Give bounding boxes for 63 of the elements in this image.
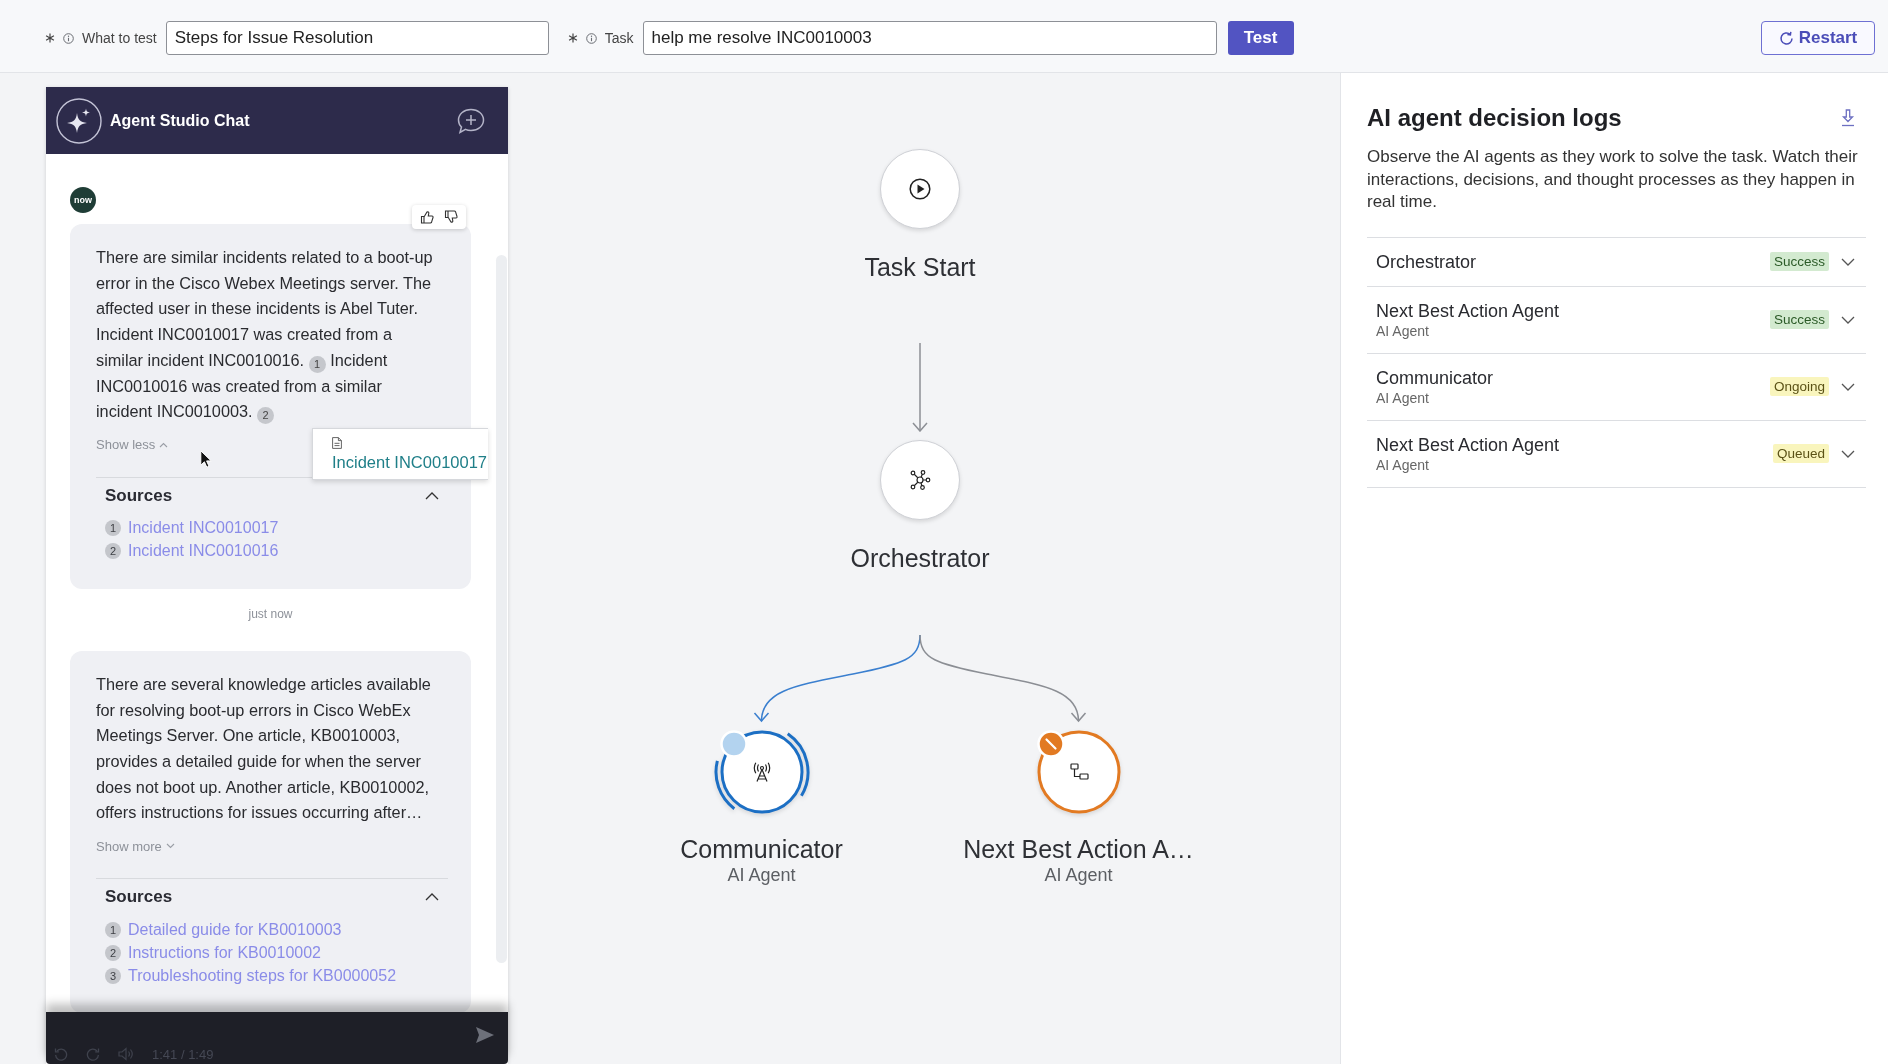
pointer-cursor-icon [200,450,212,468]
orchestrator-node[interactable] [880,440,960,520]
info-icon [63,32,74,44]
entry-subtitle: AI Agent [1376,388,1429,407]
status-badge: Queued [1772,444,1829,463]
info-icon [585,32,597,44]
source-number: 2 [105,944,121,961]
field-label: What to test [82,30,157,46]
source-number: 1 [105,520,121,537]
sources-heading: Sources [105,485,173,506]
status-badge: Success [1769,310,1829,329]
send-icon[interactable] [475,1026,495,1044]
node-label: Task Start [864,252,976,282]
entry-name[interactable]: Next Best Action Agent [1376,433,1560,456]
citation-link[interactable]: 2 [257,407,275,425]
entry-name[interactable]: Next Best Action Agent [1376,299,1560,322]
sparkle-icon [56,97,102,144]
test-button[interactable]: Test [1227,21,1294,55]
play-icon [909,178,931,200]
flow-icon [1067,761,1090,783]
status-badge: Ongoing [1769,377,1829,396]
message-time: just now [247,605,294,623]
panel-description: Observe the AI agents as they work to solve the task. Watch their interactions, decisions, and thought processes as they happen in real time. [1367,146,1859,213]
chevron-down-icon[interactable] [1841,257,1855,266]
text-input[interactable]: Steps for Issue Resolution [165,21,549,55]
text-input[interactable]: help me resolve INC0010003 [642,21,1217,55]
entry-name[interactable]: Communicator [1376,366,1494,389]
network-icon [909,469,931,491]
thumbs-up-icon[interactable] [420,210,434,224]
chevron-up-icon[interactable] [425,491,439,500]
status-badge: Success [1769,252,1829,271]
start-node[interactable] [880,149,960,229]
thumbs-down-icon[interactable] [444,210,458,224]
sources-heading: Sources [105,887,173,908]
message-text: There are similar incidents related to a boot-up error in the Cisco Webex Meetings server. The affected user in these incidents is Abel Tuter. Incident INC0010017 was created from a similar incident INC0010016. 1 Incident INC0010016 was created from a similar incident INC0010003. 2 [96,245,440,425]
chevron-up-icon[interactable] [425,893,439,902]
entry-subtitle: AI Agent [1376,321,1429,340]
node-label: Next Best Action A… [963,834,1194,864]
node-subtitle: AI Agent [727,864,796,886]
agent-node[interactable] [1035,729,1122,815]
entry-name[interactable]: Orchestrator [1376,250,1477,273]
entry-subtitle: AI Agent [1376,455,1429,474]
source-number: 1 [105,921,121,938]
chevron-down-icon[interactable] [1841,315,1855,324]
bot-avatar: now [70,187,96,213]
citation-link[interactable]: 1 [308,355,326,373]
document-icon [332,437,342,449]
source-number: 2 [105,543,121,560]
node-label: Orchestrator [850,543,990,573]
restart-button[interactable]: Restart [1761,21,1875,55]
field-label: Task [604,30,634,46]
download-icon[interactable] [1841,109,1855,127]
node-label: Communicator [680,834,843,864]
popover-link[interactable]: Incident INC0010017 [332,452,488,472]
new-chat-icon[interactable] [456,106,486,135]
chevron-down-icon[interactable] [1841,382,1855,391]
node-subtitle: AI Agent [1044,864,1113,886]
chevron-down-icon[interactable] [1841,449,1855,458]
chat-title: Agent Studio Chat [110,111,250,130]
message-text: There are several knowledge articles available for resolving boot-up errors in Cisco WebEx Meetings Server. One article, KB0010003, provides a detailed guide for when the server does not boot up. Another article, KB0010002, offers instructions for issues occurring after… [96,673,432,824]
source-number: 3 [105,967,121,984]
panel-title: AI agent decision logs [1367,103,1622,133]
refresh-icon [1778,30,1794,46]
